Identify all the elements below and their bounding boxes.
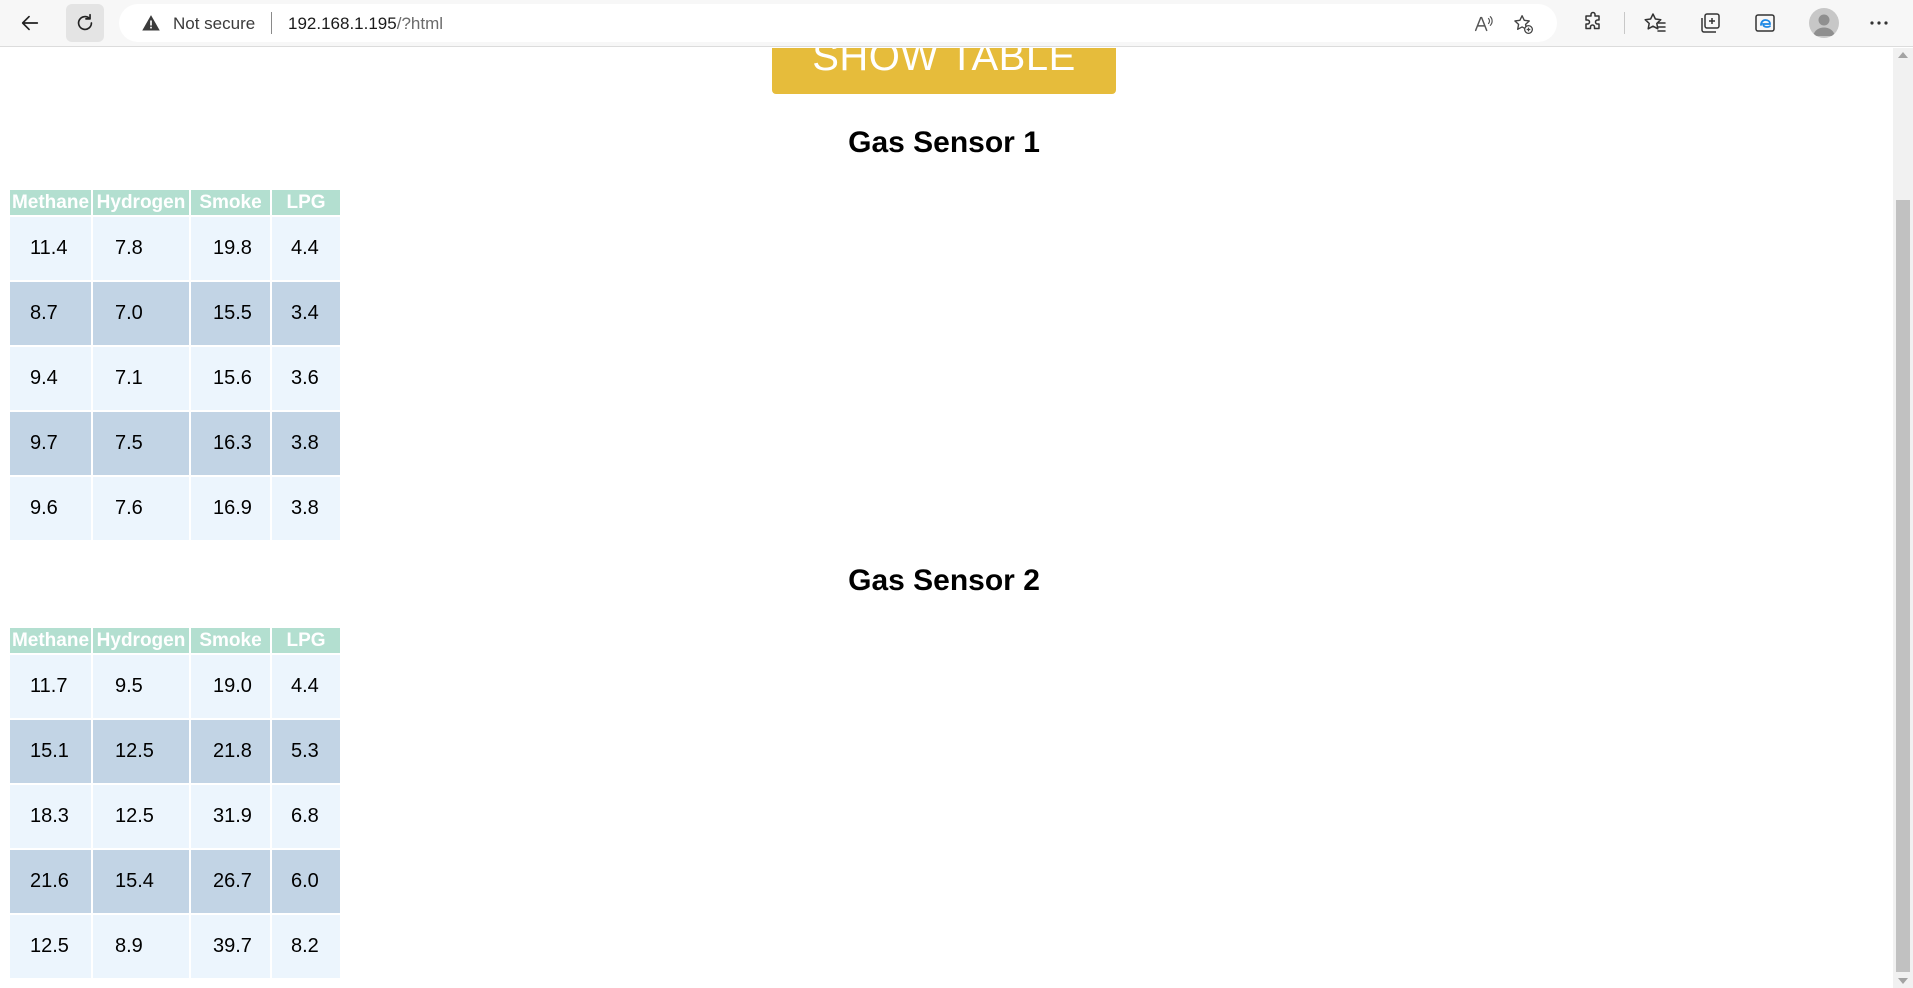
security-status-label[interactable]: Not secure — [173, 14, 255, 34]
methane-cell: 15.1 — [10, 720, 91, 783]
gas-sensor-2-title: Gas Sensor 2 — [848, 564, 1040, 597]
smoke-cell: 15.5 — [191, 282, 270, 345]
lpg-cell: 3.8 — [272, 477, 340, 540]
methane-cell: 21.6 — [10, 850, 91, 913]
column-header-hydrogen: Hydrogen — [93, 190, 189, 215]
column-header-lpg: LPG — [272, 190, 340, 215]
column-header-hydrogen: Hydrogen — [93, 628, 189, 653]
methane-cell: 12.5 — [10, 915, 91, 978]
table-row: 12.5 8.9 39.7 8.2 — [10, 915, 340, 978]
smoke-cell: 39.7 — [191, 915, 270, 978]
warning-icon[interactable] — [141, 13, 161, 33]
table-header-row: Methane Hydrogen Smoke LPG — [10, 628, 340, 653]
lpg-cell: 4.4 — [272, 217, 340, 280]
methane-cell: 9.6 — [10, 477, 91, 540]
gas-sensor-1-title: Gas Sensor 1 — [848, 126, 1040, 159]
smoke-cell: 21.8 — [191, 720, 270, 783]
back-arrow-icon — [21, 15, 39, 31]
methane-cell: 18.3 — [10, 785, 91, 848]
column-header-smoke: Smoke — [191, 628, 270, 653]
hydrogen-cell: 12.5 — [93, 785, 189, 848]
lpg-cell: 6.0 — [272, 850, 340, 913]
smoke-cell: 26.7 — [191, 850, 270, 913]
table-row: 21.6 15.4 26.7 6.0 — [10, 850, 340, 913]
column-header-smoke: Smoke — [191, 190, 270, 215]
hydrogen-cell: 7.1 — [93, 347, 189, 410]
lpg-cell: 8.2 — [272, 915, 340, 978]
column-header-methane: Methane — [10, 628, 91, 653]
toolbar-divider — [1624, 12, 1625, 34]
url-text[interactable]: 192.168.1.195/?html — [288, 14, 443, 34]
address-divider — [271, 12, 272, 34]
table-header-row: Methane Hydrogen Smoke LPG — [10, 190, 340, 215]
hydrogen-cell: 15.4 — [93, 850, 189, 913]
hydrogen-cell: 7.8 — [93, 217, 189, 280]
smoke-cell: 15.6 — [191, 347, 270, 410]
lpg-cell: 3.8 — [272, 412, 340, 475]
methane-cell: 9.4 — [10, 347, 91, 410]
hydrogen-cell: 7.0 — [93, 282, 189, 345]
scroll-down-arrow-icon[interactable] — [1898, 978, 1908, 984]
lpg-cell: 6.8 — [272, 785, 340, 848]
table-row: 9.7 7.5 16.3 3.8 — [10, 412, 340, 475]
column-header-methane: Methane — [10, 190, 91, 215]
methane-cell: 8.7 — [10, 282, 91, 345]
page-viewport: SHOW TABLE Gas Sensor 1 Methane Hydrogen… — [0, 48, 1893, 988]
back-button[interactable] — [11, 4, 49, 42]
url-host: 192.168.1.195 — [288, 14, 397, 33]
profile-avatar[interactable] — [1809, 8, 1839, 38]
smoke-cell: 19.0 — [191, 655, 270, 718]
table-row: 11.7 9.5 19.0 4.4 — [10, 655, 340, 718]
address-bar[interactable]: Not secure 192.168.1.195/?html — [119, 4, 1557, 42]
scroll-up-arrow-icon[interactable] — [1898, 52, 1908, 58]
scrollbar-thumb[interactable] — [1896, 200, 1910, 972]
url-path: /?html — [396, 14, 444, 33]
methane-cell: 9.7 — [10, 412, 91, 475]
smoke-cell: 31.9 — [191, 785, 270, 848]
lpg-cell: 3.4 — [272, 282, 340, 345]
show-table-button[interactable]: SHOW TABLE — [772, 48, 1116, 94]
gas-sensor-1-table: Methane Hydrogen Smoke LPG 11.4 7.8 19.8… — [8, 188, 342, 542]
hydrogen-cell: 7.6 — [93, 477, 189, 540]
hydrogen-cell: 12.5 — [93, 720, 189, 783]
lpg-cell: 3.6 — [272, 347, 340, 410]
hydrogen-cell: 8.9 — [93, 915, 189, 978]
add-favorite-icon[interactable] — [1512, 13, 1534, 35]
table-row: 9.6 7.6 16.9 3.8 — [10, 477, 340, 540]
table-row: 18.3 12.5 31.9 6.8 — [10, 785, 340, 848]
favorites-icon[interactable] — [1642, 10, 1668, 36]
browser-toolbar: Not secure 192.168.1.195/?html — [0, 0, 1913, 47]
methane-cell: 11.7 — [10, 655, 91, 718]
hydrogen-cell: 7.5 — [93, 412, 189, 475]
reload-button[interactable] — [66, 4, 104, 42]
smoke-cell: 19.8 — [191, 217, 270, 280]
column-header-lpg: LPG — [272, 628, 340, 653]
table-row: 11.4 7.8 19.8 4.4 — [10, 217, 340, 280]
edge-browser-icon[interactable] — [1752, 10, 1778, 36]
reload-icon — [77, 13, 93, 31]
table-row: 15.1 12.5 21.8 5.3 — [10, 720, 340, 783]
lpg-cell: 4.4 — [272, 655, 340, 718]
table-row: 9.4 7.1 15.6 3.6 — [10, 347, 340, 410]
vertical-scrollbar[interactable] — [1893, 48, 1913, 988]
smoke-cell: 16.3 — [191, 412, 270, 475]
table-row: 8.7 7.0 15.5 3.4 — [10, 282, 340, 345]
collections-icon[interactable] — [1697, 10, 1723, 36]
more-options-icon[interactable] — [1866, 10, 1892, 36]
read-aloud-icon[interactable] — [1472, 13, 1494, 35]
extensions-icon[interactable] — [1580, 10, 1606, 36]
gas-sensor-2-table: Methane Hydrogen Smoke LPG 11.7 9.5 19.0… — [8, 626, 342, 980]
methane-cell: 11.4 — [10, 217, 91, 280]
lpg-cell: 5.3 — [272, 720, 340, 783]
smoke-cell: 16.9 — [191, 477, 270, 540]
hydrogen-cell: 9.5 — [93, 655, 189, 718]
